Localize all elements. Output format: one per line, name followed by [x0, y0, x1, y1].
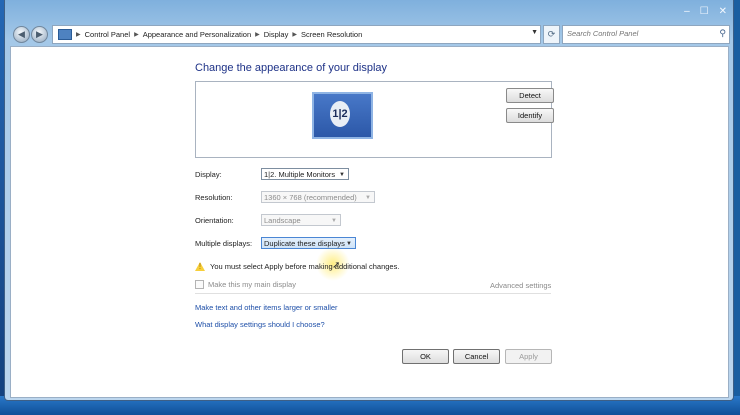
resolution-dropdown[interactable]: 1360 × 768 (recommended) ▼ — [261, 191, 375, 203]
monitor-number: 1|2 — [330, 101, 350, 127]
chevron-down-icon[interactable]: ▼ — [531, 29, 538, 36]
chevron-right-icon: ▶ — [292, 32, 297, 38]
breadcrumb-screen-resolution[interactable]: Screen Resolution — [301, 30, 362, 39]
chevron-down-icon: ▼ — [365, 195, 371, 201]
resolution-label: Resolution: — [195, 193, 233, 202]
detect-button[interactable]: Detect — [506, 88, 554, 103]
chevron-down-icon: ▼ — [346, 241, 352, 247]
caption-buttons: – ☐ ✕ — [684, 4, 727, 18]
cancel-button[interactable]: Cancel — [453, 349, 500, 364]
maximize-button[interactable]: ☐ — [700, 6, 709, 17]
display-dropdown[interactable]: 1|2. Multiple Monitors ▼ — [261, 168, 349, 180]
display-label: Display: — [195, 170, 222, 179]
display-value: 1|2. Multiple Monitors — [264, 170, 336, 179]
orientation-dropdown[interactable]: Landscape ▼ — [261, 214, 341, 226]
breadcrumb-appearance[interactable]: Appearance and Personalization — [143, 30, 251, 39]
advanced-settings-link[interactable]: Advanced settings — [490, 281, 551, 290]
minimize-button[interactable]: – — [684, 6, 690, 17]
breadcrumb-display[interactable]: Display — [264, 30, 289, 39]
warning-text: You must select Apply before making addi… — [210, 262, 400, 271]
control-panel-window: – ☐ ✕ ◀ ▶ ▶ Control Panel ▶ Appearance a… — [4, 0, 734, 401]
monitor-icon[interactable]: 1|2 — [312, 92, 373, 139]
page-title: Change the appearance of your display — [195, 62, 388, 74]
refresh-button[interactable]: ⟳ — [543, 25, 560, 44]
control-panel-icon — [58, 29, 72, 40]
forward-button[interactable]: ▶ — [31, 26, 48, 43]
address-bar: ◀ ▶ ▶ Control Panel ▶ Appearance and Per… — [9, 24, 730, 44]
main-display-option: Make this my main display — [195, 280, 296, 289]
search-input[interactable] — [567, 28, 707, 39]
resolution-value: 1360 × 768 (recommended) — [264, 193, 357, 202]
warning-icon: ! — [195, 262, 205, 271]
close-button[interactable]: ✕ — [719, 6, 727, 17]
chevron-right-icon: ▶ — [255, 32, 260, 38]
display-settings-help-link[interactable]: What display settings should I choose? — [195, 320, 325, 329]
multiple-displays-label: Multiple displays: — [195, 239, 253, 248]
search-icon[interactable]: ⚲ — [719, 28, 726, 39]
back-button[interactable]: ◀ — [13, 26, 30, 43]
apply-warning: ! You must select Apply before making ad… — [195, 262, 399, 271]
multiple-displays-dropdown[interactable]: Duplicate these displays ▼ — [261, 237, 356, 249]
main-display-checkbox[interactable] — [195, 280, 204, 289]
main-content: Change the appearance of your display 1|… — [10, 46, 729, 398]
address-field[interactable]: ▶ Control Panel ▶ Appearance and Persona… — [52, 25, 541, 44]
ok-button[interactable]: OK — [402, 349, 449, 364]
chevron-right-icon: ▶ — [76, 32, 81, 38]
text-size-link[interactable]: Make text and other items larger or smal… — [195, 303, 338, 312]
breadcrumb-control-panel[interactable]: Control Panel — [85, 30, 130, 39]
orientation-label: Orientation: — [195, 216, 234, 225]
mouse-pointer-icon: ➚ — [332, 260, 341, 271]
chevron-right-icon: ▶ — [134, 32, 139, 38]
monitor-preview: 1|2 Detect Identify — [195, 81, 554, 158]
search-box: ⚲ — [562, 25, 730, 44]
orientation-value: Landscape — [264, 216, 301, 225]
identify-button[interactable]: Identify — [506, 108, 554, 123]
divider — [195, 293, 551, 294]
chevron-down-icon: ▼ — [339, 172, 345, 178]
apply-button[interactable]: Apply — [505, 349, 552, 364]
chevron-down-icon: ▼ — [331, 218, 337, 224]
main-display-label: Make this my main display — [208, 280, 296, 289]
